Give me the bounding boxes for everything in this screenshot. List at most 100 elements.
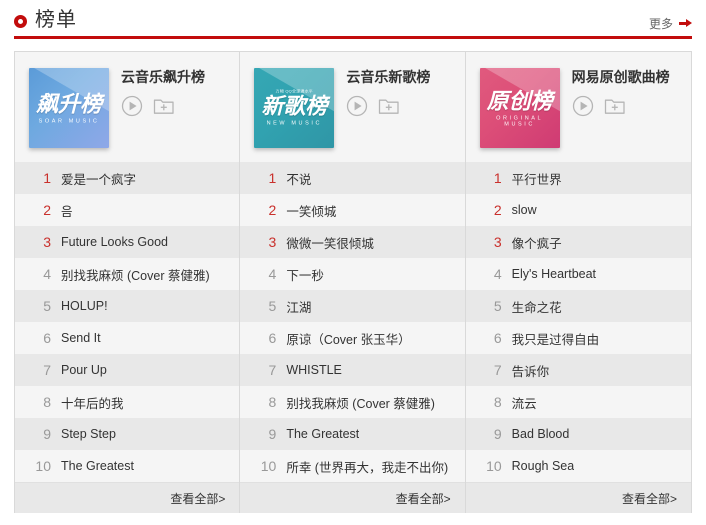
song-title[interactable]: Send It <box>61 331 101 345</box>
song-row[interactable]: 5 HOLUP! <box>15 290 240 322</box>
song-title[interactable]: 平行世界 <box>512 169 562 188</box>
song-title[interactable]: 下一秒 <box>286 265 324 284</box>
more-link[interactable]: 更多 <box>649 9 692 32</box>
song-row[interactable]: 8 十年后的我 <box>15 386 240 418</box>
play-icon[interactable] <box>346 95 368 117</box>
song-rank: 7 <box>268 362 277 378</box>
song-row[interactable]: 2음 <box>15 194 240 226</box>
song-row[interactable]: 8 流云 <box>465 386 691 418</box>
chart-cover-sheen <box>479 68 560 148</box>
song-rank: 1 <box>493 170 502 186</box>
song-title[interactable]: Rough Sea <box>512 459 575 473</box>
song-rank: 5 <box>493 298 502 314</box>
song-rank: 10 <box>486 458 502 474</box>
song-rank: 2 <box>268 202 277 218</box>
chart-column-footer: 查看全部> <box>465 482 691 513</box>
chart-actions <box>121 95 205 117</box>
song-row[interactable]: 10 The Greatest <box>15 450 240 482</box>
section-header: 榜单 更多 <box>14 0 692 39</box>
song-title[interactable]: 原谅（Cover 张玉华） <box>286 329 410 348</box>
song-title[interactable]: Ely's Heartbeat <box>512 267 596 281</box>
song-title[interactable]: Bad Blood <box>512 427 570 441</box>
section-header-left: 榜单 <box>14 10 77 30</box>
chart-column-header-right: 网易原创歌曲榜 <box>560 68 670 117</box>
song-title[interactable]: 一笑倾城 <box>286 201 336 220</box>
song-row[interactable]: 4 Ely's Heartbeat <box>465 258 691 290</box>
song-row[interactable]: 2 slow <box>465 194 691 226</box>
song-title[interactable]: 微微一笑很倾城 <box>286 233 374 252</box>
song-row[interactable]: 8 别找我麻烦 (Cover 蔡健雅) <box>240 386 465 418</box>
view-all-link[interactable]: 查看全部> <box>396 490 451 507</box>
song-row[interactable]: 3 Future Looks Good <box>15 226 240 258</box>
chart-actions <box>572 95 670 117</box>
song-title[interactable]: 爱是一个疯字 <box>61 169 136 188</box>
song-title[interactable]: 别找我麻烦 (Cover 蔡健雅) <box>286 393 435 412</box>
song-rank: 7 <box>43 362 51 378</box>
add-to-playlist-icon[interactable] <box>153 96 175 116</box>
song-row[interactable]: 3 微微一笑很倾城 <box>240 226 465 258</box>
song-row[interactable]: 2 一笑倾城 <box>240 194 465 226</box>
chart-cover-art[interactable]: 原创榜 ORIGINAL MUSIC <box>479 68 560 148</box>
song-title[interactable]: Pour Up <box>61 363 107 377</box>
ring-icon <box>14 14 27 28</box>
song-row[interactable]: 5 生命之花 <box>465 290 691 322</box>
song-row[interactable]: 4 别找我麻烦 (Cover 蔡健雅) <box>15 258 240 290</box>
song-row[interactable]: 10 Rough Sea <box>465 450 691 482</box>
song-title[interactable]: 江湖 <box>286 297 311 316</box>
song-row[interactable]: 1 爱是一个疯字 <box>15 162 240 194</box>
song-title[interactable]: Step Step <box>61 427 116 441</box>
song-title[interactable]: 流云 <box>512 393 537 412</box>
add-to-playlist-icon[interactable] <box>378 96 400 116</box>
view-all-link[interactable]: 查看全部> <box>170 490 225 507</box>
play-icon[interactable] <box>121 95 143 117</box>
song-rank: 8 <box>43 394 51 410</box>
chart-column-header: 飙升榜 SOAR MUSIC 云音乐飙升榜 <box>15 52 240 162</box>
view-all-link[interactable]: 查看全部> <box>622 490 677 507</box>
song-row[interactable]: 6 我只是过得自由 <box>465 322 691 354</box>
song-rank: 1 <box>268 170 277 186</box>
song-title[interactable]: 我只是过得自由 <box>512 329 600 348</box>
song-title[interactable]: 像个疯子 <box>512 233 562 252</box>
song-row[interactable]: 10 所幸 (世界再大，我走不出你) <box>240 450 465 482</box>
song-list: 1 不说 2 一笑倾城 3 微微一笑很倾城 4 下一秒 5 江湖 6 原谅（Cover 张玉华） 7 WH… <box>240 162 465 482</box>
chart-cover-sheen <box>29 68 109 148</box>
song-title[interactable]: 告诉你 <box>512 361 550 380</box>
chart-column-header-right: 云音乐新歌榜 <box>334 68 430 117</box>
song-title[interactable]: 不说 <box>286 169 311 188</box>
song-title[interactable]: HOLUP! <box>61 299 108 313</box>
song-rank: 5 <box>268 298 277 314</box>
song-title[interactable]: WHISTLE <box>286 363 342 377</box>
song-row[interactable]: 7 Pour Up <box>15 354 240 386</box>
song-title[interactable]: Future Looks Good <box>61 235 168 249</box>
song-row[interactable]: 6 Send It <box>15 322 240 354</box>
song-title[interactable]: 生命之花 <box>512 297 562 316</box>
song-title[interactable]: slow <box>512 203 537 217</box>
song-row[interactable]: 3 像个疯子 <box>465 226 691 258</box>
song-rank: 2 <box>43 202 51 218</box>
play-icon[interactable] <box>572 95 594 117</box>
song-rank: 4 <box>268 266 277 282</box>
chart-column-3: 原创榜 ORIGINAL MUSIC 网易原创歌曲榜 <box>465 52 691 513</box>
add-to-playlist-icon[interactable] <box>604 96 626 116</box>
song-title[interactable]: The Greatest <box>286 427 359 441</box>
chart-cover-art[interactable]: 飙升榜 SOAR MUSIC <box>29 68 109 148</box>
song-row[interactable]: 5 江湖 <box>240 290 465 322</box>
song-row[interactable]: 1 平行世界 <box>465 162 691 194</box>
chart-cover-art[interactable]: 万物 QQ全球通水平 新歌榜 NEW MUSIC <box>254 68 335 148</box>
song-title[interactable]: The Greatest <box>61 459 134 473</box>
song-title[interactable]: 음 <box>61 201 73 220</box>
song-rank: 1 <box>43 170 51 186</box>
song-rank: 3 <box>43 234 51 250</box>
song-title[interactable]: 所幸 (世界再大，我走不出你) <box>286 457 448 476</box>
song-row[interactable]: 9 Bad Blood <box>465 418 691 450</box>
song-title[interactable]: 十年后的我 <box>61 393 124 412</box>
song-title[interactable]: 别找我麻烦 (Cover 蔡健雅) <box>61 265 210 284</box>
song-row[interactable]: 7 告诉你 <box>465 354 691 386</box>
song-row[interactable]: 9 Step Step <box>15 418 240 450</box>
song-row[interactable]: 9 The Greatest <box>240 418 465 450</box>
song-row[interactable]: 4 下一秒 <box>240 258 465 290</box>
song-row[interactable]: 6 原谅（Cover 张玉华） <box>240 322 465 354</box>
song-rank: 3 <box>268 234 277 250</box>
song-row[interactable]: 7 WHISTLE <box>240 354 465 386</box>
song-row[interactable]: 1 不说 <box>240 162 465 194</box>
